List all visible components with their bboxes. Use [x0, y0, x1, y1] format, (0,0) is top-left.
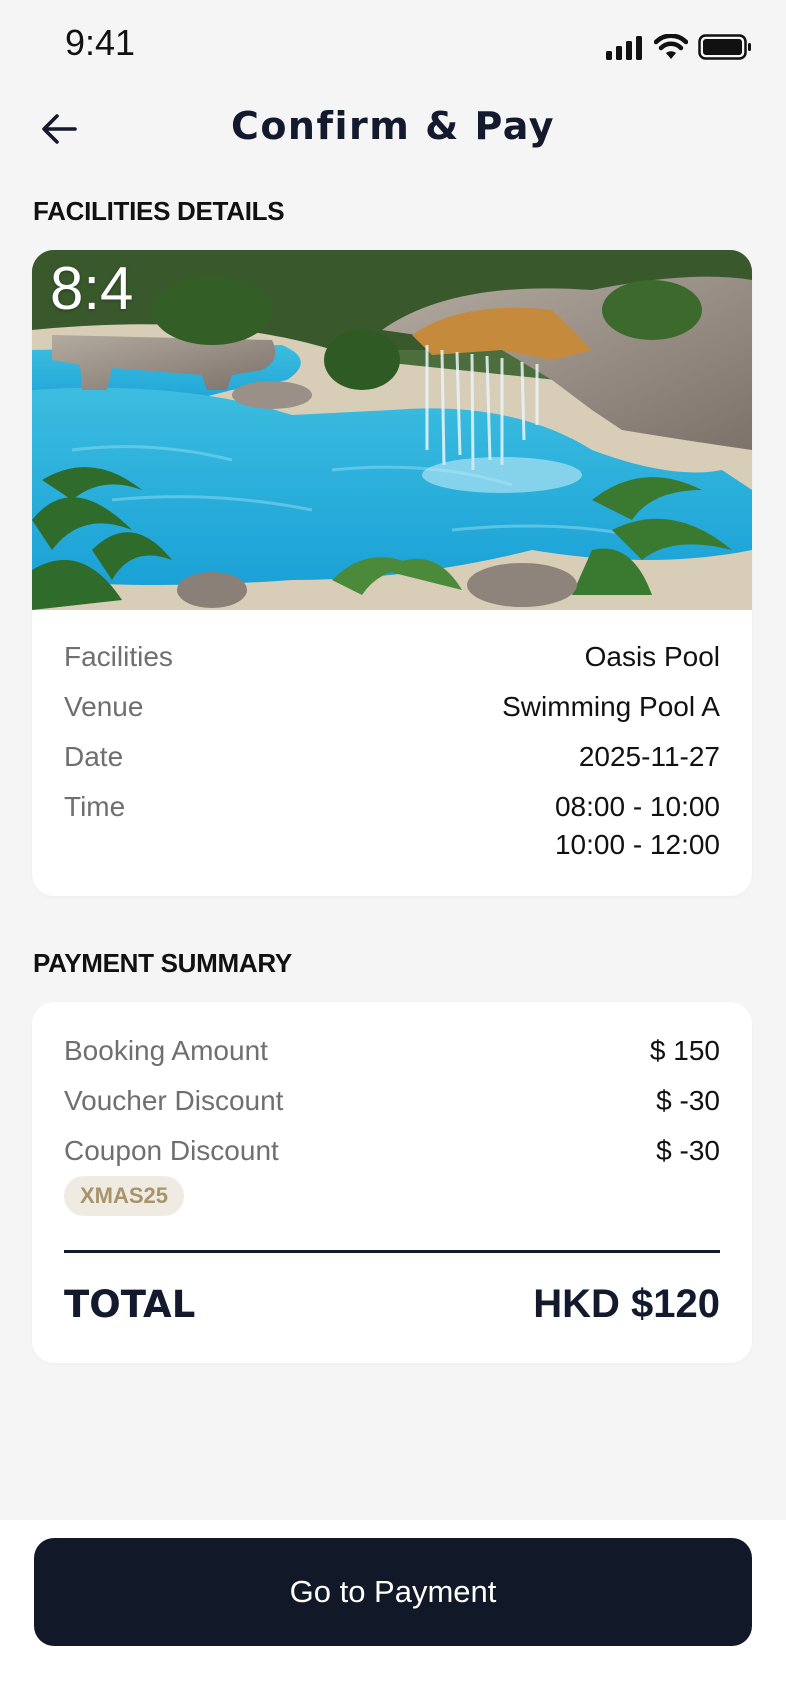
coupon-code-badge: XMAS25 [64, 1176, 185, 1216]
facilities-section-title: FACILITIES DETAILS [33, 196, 285, 226]
status-icons [606, 30, 752, 60]
bottom-bar: Go to Payment [0, 1520, 786, 1700]
row-value: $ -30 [656, 1135, 720, 1166]
header: Confirm & Pay [0, 90, 786, 166]
payment-row-voucher: Voucher Discount $ -30 [64, 1082, 720, 1120]
payment-details: Booking Amount $ 150 Voucher Discount $ … [64, 1032, 720, 1216]
row-value: $ -30 [656, 1085, 720, 1116]
facility-details: Facilities Oasis Pool Venue Swimming Poo… [64, 638, 720, 876]
total-label: TOTAL [64, 1283, 196, 1326]
row-value: Swimming Pool A [502, 691, 720, 722]
row-label: Time [64, 791, 126, 822]
row-label: Voucher Discount [64, 1085, 284, 1116]
time-slots: 08:00 - 10:00 10:00 - 12:00 [555, 788, 720, 864]
facility-card: 8:4 Facilities Oasis Pool Venue Swimming… [32, 250, 752, 896]
status-time: 9:41 [65, 22, 136, 63]
detail-row-time: Time 08:00 - 10:00 10:00 - 12:00 [64, 788, 720, 864]
detail-row-date: Date 2025-11-27 [64, 738, 720, 776]
wifi-icon [654, 34, 688, 59]
status-bar: 9:41 [0, 0, 786, 90]
total-divider [64, 1250, 720, 1253]
row-value: 2025-11-27 [578, 741, 720, 772]
pool-image [32, 250, 752, 610]
signal-icon [606, 36, 642, 60]
payment-card: Booking Amount $ 150 Voucher Discount $ … [32, 1002, 752, 1363]
row-label: Facilities [64, 641, 173, 672]
battery-icon [698, 34, 751, 60]
total-row: TOTAL HKD $120 [64, 1282, 720, 1327]
go-to-payment-button[interactable]: Go to Payment [34, 1538, 752, 1646]
payment-section-title: PAYMENT SUMMARY [33, 948, 292, 978]
confirm-pay-screen: 9:41 Confirm & Pay FACILITIES DETAILS 8:… [0, 0, 786, 1700]
total-value: HKD $120 [533, 1282, 720, 1326]
row-label: Date [64, 741, 124, 772]
payment-row-coupon: Coupon Discount $ -30 [64, 1132, 720, 1170]
image-label: 8:4 [50, 255, 134, 322]
payment-row-booking: Booking Amount $ 150 [64, 1032, 720, 1070]
facility-image: 8:4 [32, 250, 752, 610]
row-label: Venue [64, 691, 144, 722]
detail-row-facilities: Facilities Oasis Pool [64, 638, 720, 676]
detail-row-venue: Venue Swimming Pool A [64, 688, 720, 726]
time-slot: 10:00 - 12:00 [554, 829, 720, 860]
row-value: $ 150 [649, 1035, 720, 1066]
time-slot: 08:00 - 10:00 [554, 791, 720, 822]
row-label: Coupon Discount [64, 1135, 279, 1166]
page-title: Confirm & Pay [230, 104, 556, 148]
row-value: Oasis Pool [584, 641, 720, 672]
row-label: Booking Amount [64, 1035, 268, 1066]
